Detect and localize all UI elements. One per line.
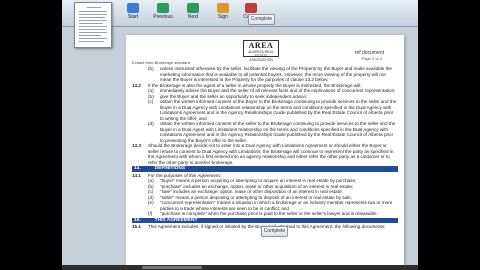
clause-item: (f) "purchase is complete" when the purch… (148, 211, 378, 217)
letterbox-right (418, 0, 480, 270)
complete-button-bottom[interactable]: Complete (261, 226, 288, 237)
clause-item: 13.3 Should the Brokerage decide not to e… (132, 143, 394, 165)
next-icon (187, 3, 199, 13)
start-button[interactable]: Start (116, 3, 150, 25)
excerpt-label: Extract from Brokerage standard (132, 60, 190, 65)
horizontal-scrollbar[interactable] (62, 265, 418, 270)
cancel-icon (245, 3, 257, 13)
clause-item: (b) unless instructed otherwise by the se… (148, 66, 392, 82)
page-number: Page 3 of 4 (361, 56, 382, 61)
complete-button-top[interactable]: Complete (248, 14, 275, 25)
next-button[interactable]: Next (176, 3, 210, 25)
toolbar: Start Previous Next Sign Cancel Complete (62, 0, 418, 48)
section-heading: 15. THIS AGREEMENT (132, 217, 398, 224)
clause-item: (e) "concurrent representation" means a s… (148, 200, 393, 211)
sign-icon (217, 3, 229, 13)
letterbox-left (0, 0, 62, 270)
scrollbar-thumb[interactable] (142, 266, 202, 269)
clause-item: (d) obtain the written informed consent o… (148, 121, 396, 143)
document-viewer[interactable]: AREA ALBERTA REAL ESTATE ASSOCIATION ref… (62, 28, 418, 265)
start-icon (127, 3, 139, 13)
document-body: (b) unless instructed otherwise by the se… (132, 66, 398, 230)
previous-button[interactable]: Previous (146, 3, 180, 25)
section-heading: 14. DEFINITIONS (132, 166, 398, 172)
page-thumbnail[interactable] (74, 2, 112, 48)
clause-item: (c) obtain the written informed consent o… (148, 99, 397, 121)
document-signing-app: Start Previous Next Sign Cancel Complete… (62, 0, 418, 270)
previous-icon (157, 3, 169, 13)
area-logo: AREA ALBERTA REAL ESTATE ASSOCIATION (243, 40, 279, 62)
